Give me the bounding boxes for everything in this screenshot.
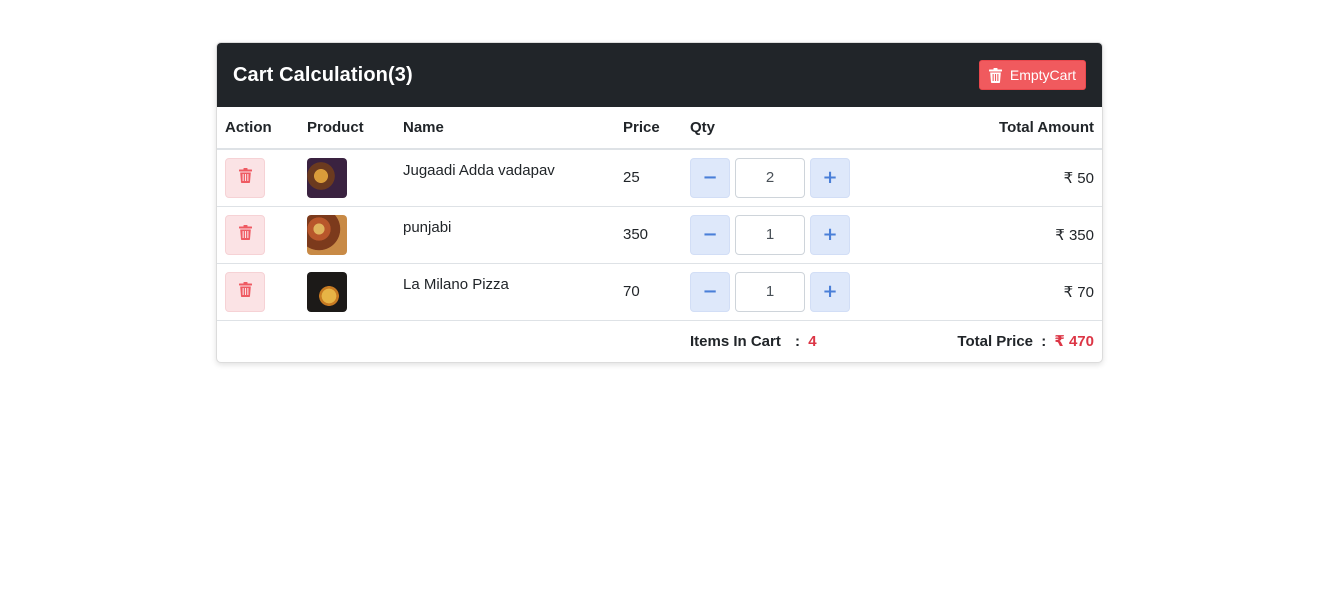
quantity-input[interactable]: [735, 157, 805, 198]
product-image: [307, 214, 347, 255]
plus-icon: +: [822, 281, 838, 302]
table-row: La Milano Pizza 70 − + ₹ 70: [217, 263, 1102, 321]
product-cell: [299, 263, 395, 321]
total-price-value: ₹ 470: [1054, 333, 1094, 350]
total-price: Total Price : ₹ 470: [882, 320, 1102, 362]
decrease-qty-button[interactable]: −: [690, 214, 730, 255]
action-cell: [217, 206, 299, 264]
qty-cell: − +: [682, 263, 882, 321]
row-total: ₹ 350: [882, 206, 1102, 264]
product-cell: [299, 206, 395, 264]
empty-cart-label: EmptyCart: [1009, 67, 1076, 83]
cart-title: Cart Calculation(3): [233, 63, 413, 86]
quantity-stepper: − +: [690, 214, 874, 255]
product-cell: [299, 149, 395, 207]
table-header-row: Action Product Name Price Qty Total Amou…: [217, 107, 1102, 150]
decrease-qty-button[interactable]: −: [690, 157, 730, 198]
product-name: La Milano Pizza: [395, 263, 615, 321]
increase-qty-button[interactable]: +: [810, 214, 850, 255]
minus-icon: −: [702, 167, 718, 189]
empty-cart-button[interactable]: EmptyCart: [978, 60, 1086, 90]
plus-icon: +: [822, 224, 838, 245]
column-header-name: Name: [395, 107, 615, 150]
increase-qty-button[interactable]: +: [810, 271, 850, 312]
cart-table: Action Product Name Price Qty Total Amou…: [217, 107, 1102, 362]
product-name: punjabi: [395, 206, 615, 264]
column-header-action: Action: [217, 107, 299, 150]
remove-item-button[interactable]: [225, 214, 265, 255]
product-price: 350: [615, 206, 682, 264]
product-price: 70: [615, 263, 682, 321]
quantity-stepper: − +: [690, 157, 874, 198]
remove-item-button[interactable]: [225, 271, 265, 312]
minus-icon: −: [702, 224, 718, 245]
quantity-input[interactable]: [735, 214, 805, 255]
product-name: Jugaadi Adda vadapav: [395, 149, 615, 207]
column-header-price: Price: [615, 107, 682, 150]
action-cell: [217, 149, 299, 207]
product-image: [307, 157, 347, 198]
qty-cell: − +: [682, 206, 882, 264]
quantity-stepper: − +: [690, 271, 874, 312]
qty-cell: − +: [682, 149, 882, 207]
items-in-cart-separator: :: [795, 332, 801, 350]
items-in-cart-count: 4: [808, 332, 817, 350]
column-header-qty: Qty: [682, 107, 882, 150]
table-row: punjabi 350 − + ₹ 350: [217, 206, 1102, 264]
summary-spacer: [217, 320, 682, 362]
column-header-total: Total Amount: [882, 107, 1102, 150]
increase-qty-button[interactable]: +: [810, 157, 850, 198]
product-image: [307, 271, 347, 312]
trash-icon: [238, 168, 252, 187]
trash-icon: [988, 67, 1002, 83]
cart-header: Cart Calculation(3) EmptyCart: [217, 43, 1102, 107]
items-in-cart: Items In Cart : 4: [682, 320, 882, 362]
action-cell: [217, 263, 299, 321]
minus-icon: −: [702, 281, 718, 302]
cart-card: Cart Calculation(3) EmptyCart Action Pro…: [216, 42, 1103, 363]
total-price-label: Total Price: [957, 333, 1034, 350]
summary-row: Items In Cart : 4 Total Price : ₹ 470: [217, 320, 1102, 362]
column-header-product: Product: [299, 107, 395, 150]
trash-icon: [238, 225, 252, 244]
row-total: ₹ 70: [882, 263, 1102, 321]
quantity-input[interactable]: [735, 271, 805, 312]
trash-icon: [238, 282, 252, 301]
decrease-qty-button[interactable]: −: [690, 271, 730, 312]
remove-item-button[interactable]: [225, 157, 265, 198]
items-in-cart-label: Items In Cart: [690, 332, 781, 350]
row-total: ₹ 50: [882, 149, 1102, 207]
product-price: 25: [615, 149, 682, 207]
plus-icon: +: [822, 167, 838, 189]
table-row: Jugaadi Adda vadapav 25 − + ₹ 50: [217, 149, 1102, 207]
total-price-separator: :: [1041, 333, 1047, 350]
